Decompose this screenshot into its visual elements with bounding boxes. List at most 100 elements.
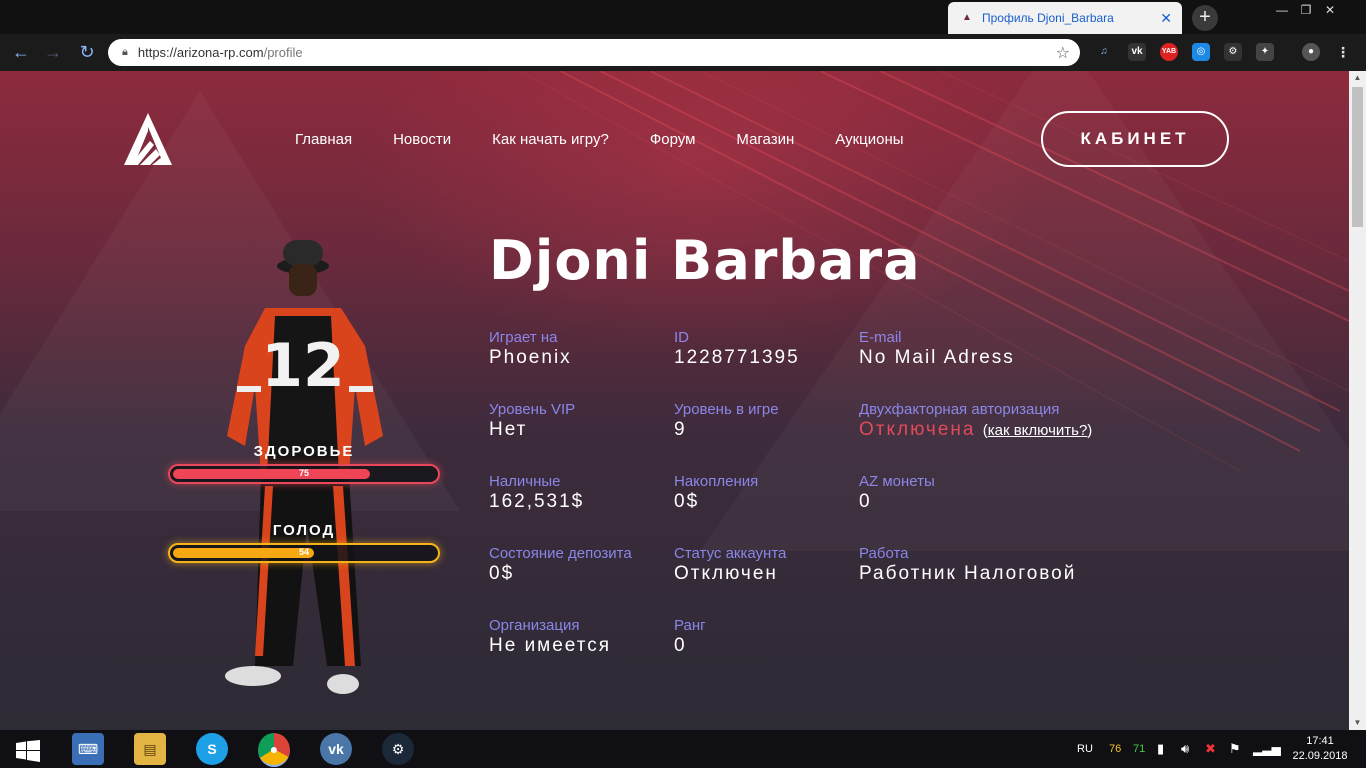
stat-server: Играет на Phoenix [489, 329, 572, 369]
stat-rank: Ранг 0 [674, 617, 706, 657]
nav-forum[interactable]: Форум [650, 131, 696, 148]
vk-app-icon[interactable]: vk [320, 733, 352, 765]
network-error-icon[interactable]: ✖ [1205, 730, 1216, 768]
windows-taskbar: ⌨ ▤ S ● vk ⚙ RU 76 71 ▮ 🔊︎ ✖ ⚑ ▂▃▅ 17:41… [0, 730, 1366, 768]
stat-job: Работа Работник Налоговой [859, 545, 1076, 585]
stat-value: 1228771395 [674, 347, 800, 368]
volume-icon[interactable]: 🔊︎ [1181, 730, 1189, 768]
svg-text:12: 12 [261, 331, 345, 401]
stat-label: Уровень в игре [674, 401, 779, 418]
file-explorer-icon[interactable]: ▤ [134, 733, 166, 765]
stat-account-status: Статус аккаунта Отключен [674, 545, 786, 585]
hunger-label: ГОЛОД [272, 522, 336, 539]
stat-label: AZ монеты [859, 473, 935, 490]
windows-start-icon[interactable] [16, 740, 40, 762]
chrome-icon[interactable]: ● [258, 733, 290, 767]
skype-icon[interactable]: S [196, 733, 228, 765]
steam-icon[interactable]: ⚙ [382, 733, 414, 765]
language-indicator[interactable]: RU [1077, 730, 1093, 768]
cpu-temp: 76 [1109, 743, 1122, 755]
stat-value: 0$ [489, 563, 515, 584]
clock-time: 17:41 [1306, 735, 1334, 747]
stat-label: Двухфакторная авторизация [859, 401, 1060, 418]
stat-label: ID [674, 329, 689, 346]
battery-icon[interactable]: ▮ [1157, 730, 1164, 768]
profile-page: Главная Новости Как начать игру? Форум М… [0, 71, 1349, 730]
stat-value: Phoenix [489, 347, 572, 368]
stat-value-row: Отключена (как включить?) [859, 419, 1092, 441]
keyboard-app-icon[interactable]: ⌨ [72, 733, 104, 765]
how-to-enable-link[interactable]: как включить? [988, 422, 1088, 439]
arizona-logo-icon[interactable] [120, 111, 176, 167]
forward-arrow-icon[interactable]: → [42, 42, 64, 63]
url-host: https://arizona-rp.com [137, 45, 264, 60]
hunger-value: 54 [298, 547, 309, 557]
url-text: https://arizona-rp.com/profile [138, 45, 1056, 60]
browser-toolbar: ← → ↻ 🔒︎ https://arizona-rp.com/profile … [0, 34, 1366, 71]
stat-twofa: Двухфакторная авторизация Отключена (как… [859, 401, 1092, 441]
health-label: ЗДОРОВЬЕ [253, 443, 355, 460]
browser-tabbar: ▲ Профиль Djoni_Barbara ✕ + — ❐ ✕ [0, 0, 1366, 34]
stat-email: E-mail No Mail Adress [859, 329, 1015, 369]
stat-label: Работа [859, 545, 909, 562]
lock-icon: 🔒︎ [122, 46, 128, 58]
stat-label: Ранг [674, 617, 706, 634]
back-arrow-icon[interactable]: ← [10, 42, 32, 63]
stat-label: Организация [489, 617, 580, 634]
new-tab-button[interactable]: + [1192, 5, 1218, 31]
yab-extension-icon[interactable]: YAB [1160, 43, 1178, 61]
nav-home[interactable]: Главная [295, 131, 352, 148]
stat-value: 0 [674, 635, 687, 656]
stat-cash: Наличные 162,531$ [489, 473, 584, 513]
stat-label: E-mail [859, 329, 902, 346]
clock-date: 22.09.2018 [1292, 750, 1348, 762]
stat-label: Накопления [674, 473, 759, 490]
url-path: /profile [263, 45, 303, 60]
nav-news[interactable]: Новости [393, 131, 451, 148]
health-bar: 75 [168, 464, 440, 484]
stat-value: 9 [674, 419, 687, 440]
stat-label: Состояние депозита [489, 545, 632, 562]
stat-value: Нет [489, 419, 528, 440]
reload-icon[interactable]: ↻ [76, 42, 98, 63]
hunger-bar: 54 [168, 543, 440, 563]
arizona-favicon-icon: ▲ [962, 12, 972, 23]
notification-flag-icon[interactable]: ⚑ [1229, 730, 1241, 768]
scroll-down-icon[interactable]: ▼ [1349, 716, 1366, 730]
twofa-help: (как включить?) [983, 422, 1093, 439]
gpu-temp: 71 [1133, 743, 1146, 755]
stat-id: ID 1228771395 [674, 329, 800, 369]
browser-tab-active[interactable]: ▲ Профиль Djoni_Barbara ✕ [948, 2, 1182, 34]
signal-bars-icon[interactable]: ▂▃▅ [1253, 730, 1281, 768]
scroll-up-icon[interactable]: ▲ [1349, 71, 1366, 85]
music-extension-icon[interactable]: ♫ [1095, 43, 1113, 61]
close-window-icon[interactable]: ✕ [1318, 2, 1342, 18]
system-clock[interactable]: 17:41 22.09.2018 [1280, 734, 1360, 764]
vk-extension-icon[interactable]: vk [1128, 43, 1146, 61]
stat-value: Не имеется [489, 635, 612, 656]
nav-shop[interactable]: Магазин [736, 131, 794, 148]
stat-label: Играет на [489, 329, 558, 346]
address-bar[interactable]: 🔒︎ https://arizona-rp.com/profile ☆ [108, 39, 1080, 66]
target-extension-icon[interactable]: ◎ [1192, 43, 1210, 61]
gear-extension-icon[interactable]: ⚙ [1224, 43, 1242, 61]
cabinet-button[interactable]: КАБИНЕТ [1041, 111, 1229, 167]
paren-close: ) [1087, 422, 1093, 439]
bookmark-star-icon[interactable]: ☆ [1056, 43, 1070, 63]
stat-vip: Уровень VIP Нет [489, 401, 575, 441]
menu-dots-icon[interactable]: ⋮ [1334, 43, 1352, 61]
stat-level: Уровень в игре 9 [674, 401, 779, 441]
stat-value: 0$ [674, 491, 700, 512]
stat-value: No Mail Adress [859, 347, 1015, 368]
scroll-thumb[interactable] [1352, 87, 1363, 227]
profile-avatar-icon[interactable]: ● [1302, 43, 1320, 61]
player-name: Djoni Barbara [489, 229, 921, 292]
restore-icon[interactable]: ❐ [1294, 2, 1318, 18]
close-tab-icon[interactable]: ✕ [1160, 10, 1172, 27]
nav-how-to-start[interactable]: Как начать игру? [492, 131, 609, 148]
stat-value: 0 [859, 491, 872, 512]
minimize-icon[interactable]: — [1270, 2, 1294, 18]
page-scrollbar[interactable]: ▲ ▼ [1349, 71, 1366, 730]
nav-auctions[interactable]: Аукционы [835, 131, 903, 148]
flame-extension-icon[interactable]: ✦ [1256, 43, 1274, 61]
